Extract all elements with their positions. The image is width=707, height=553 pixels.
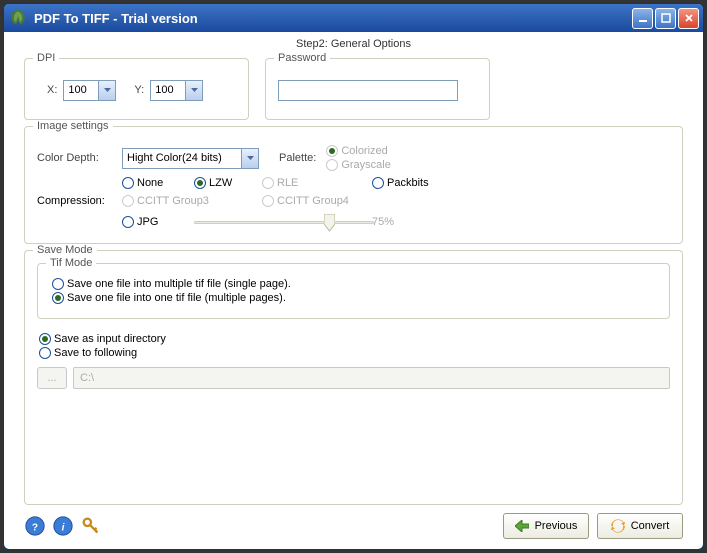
chevron-down-icon bbox=[247, 156, 254, 160]
dpi-x-label: X: bbox=[47, 84, 57, 96]
tif-multiple-pages-radio[interactable]: Save one file into one tif file (multipl… bbox=[52, 292, 286, 304]
dpi-x-input[interactable] bbox=[64, 84, 98, 96]
compression-none-radio[interactable]: None bbox=[122, 177, 194, 189]
maximize-button[interactable] bbox=[655, 8, 676, 29]
color-depth-dropdown-button[interactable] bbox=[241, 149, 258, 168]
convert-button[interactable]: Convert bbox=[597, 513, 683, 539]
palette-colorized-radio: Colorized bbox=[326, 145, 391, 157]
palette-grayscale-radio: Grayscale bbox=[326, 159, 391, 171]
dpi-group: DPI X: Y: bbox=[24, 58, 249, 120]
tif-mode-group: Tif Mode Save one file into multiple tif… bbox=[37, 263, 670, 319]
save-to-following-radio[interactable]: Save to following bbox=[39, 347, 137, 359]
arrow-left-icon bbox=[515, 520, 529, 532]
previous-button[interactable]: Previous bbox=[503, 513, 589, 539]
compression-ccitt3-radio: CCITT Group3 bbox=[122, 195, 262, 207]
dpi-y-dropdown-button[interactable] bbox=[185, 81, 202, 100]
dpi-y-input[interactable] bbox=[151, 84, 185, 96]
close-button[interactable] bbox=[678, 8, 699, 29]
jpg-quality-value: 75% bbox=[372, 216, 492, 228]
image-settings-group: Image settings Color Depth: Palette: Col… bbox=[24, 126, 683, 244]
save-mode-group: Save Mode Tif Mode Save one file into mu… bbox=[24, 250, 683, 505]
window-title: PDF To TIFF - Trial version bbox=[34, 11, 632, 26]
compression-ccitt4-radio: CCITT Group4 bbox=[262, 195, 492, 207]
minimize-button[interactable] bbox=[632, 8, 653, 29]
title-bar: PDF To TIFF - Trial version bbox=[4, 4, 703, 32]
save-as-input-radio[interactable]: Save as input directory bbox=[39, 333, 166, 345]
chevron-down-icon bbox=[104, 88, 111, 92]
step-label: Step2: General Options bbox=[24, 38, 683, 50]
compression-lzw-radio[interactable]: LZW bbox=[194, 177, 262, 189]
help-icon[interactable]: ? bbox=[24, 515, 46, 537]
password-group: Password bbox=[265, 58, 490, 120]
svg-text:i: i bbox=[62, 523, 65, 534]
color-depth-label: Color Depth: bbox=[37, 152, 122, 164]
password-title: Password bbox=[274, 52, 330, 64]
tif-single-page-radio[interactable]: Save one file into multiple tif file (si… bbox=[52, 278, 291, 290]
svg-text:?: ? bbox=[32, 523, 38, 534]
dpi-y-combo[interactable] bbox=[150, 80, 203, 101]
slider-thumb-icon[interactable] bbox=[324, 214, 335, 232]
compression-rle-radio: RLE bbox=[262, 177, 372, 189]
password-input[interactable] bbox=[278, 80, 458, 101]
refresh-icon bbox=[611, 519, 625, 533]
dpi-x-dropdown-button[interactable] bbox=[98, 81, 115, 100]
compression-label: Compression: bbox=[37, 195, 122, 207]
info-icon[interactable]: i bbox=[52, 515, 74, 537]
footer: ? i Previous Convert bbox=[24, 505, 683, 539]
compression-jpg-radio[interactable]: JPG bbox=[122, 216, 194, 228]
dpi-title: DPI bbox=[33, 52, 59, 64]
color-depth-input[interactable] bbox=[123, 152, 241, 164]
jpg-quality-slider[interactable] bbox=[194, 213, 374, 231]
key-icon[interactable] bbox=[80, 515, 102, 537]
save-path-input bbox=[73, 367, 670, 389]
browse-button: ... bbox=[37, 367, 67, 389]
color-depth-combo[interactable] bbox=[122, 148, 259, 169]
content-area: Step2: General Options DPI X: Y: Passwor… bbox=[4, 32, 703, 549]
app-icon bbox=[8, 8, 28, 28]
chevron-down-icon bbox=[191, 88, 198, 92]
save-mode-title: Save Mode bbox=[33, 244, 97, 256]
palette-label: Palette: bbox=[279, 152, 316, 164]
compression-packbits-radio[interactable]: Packbits bbox=[372, 177, 492, 189]
window-buttons bbox=[632, 8, 699, 29]
dpi-x-combo[interactable] bbox=[63, 80, 116, 101]
dpi-y-label: Y: bbox=[134, 84, 144, 96]
tif-mode-title: Tif Mode bbox=[46, 257, 96, 269]
main-window: PDF To TIFF - Trial version Step2: Gener… bbox=[3, 3, 704, 550]
image-settings-title: Image settings bbox=[33, 120, 113, 132]
